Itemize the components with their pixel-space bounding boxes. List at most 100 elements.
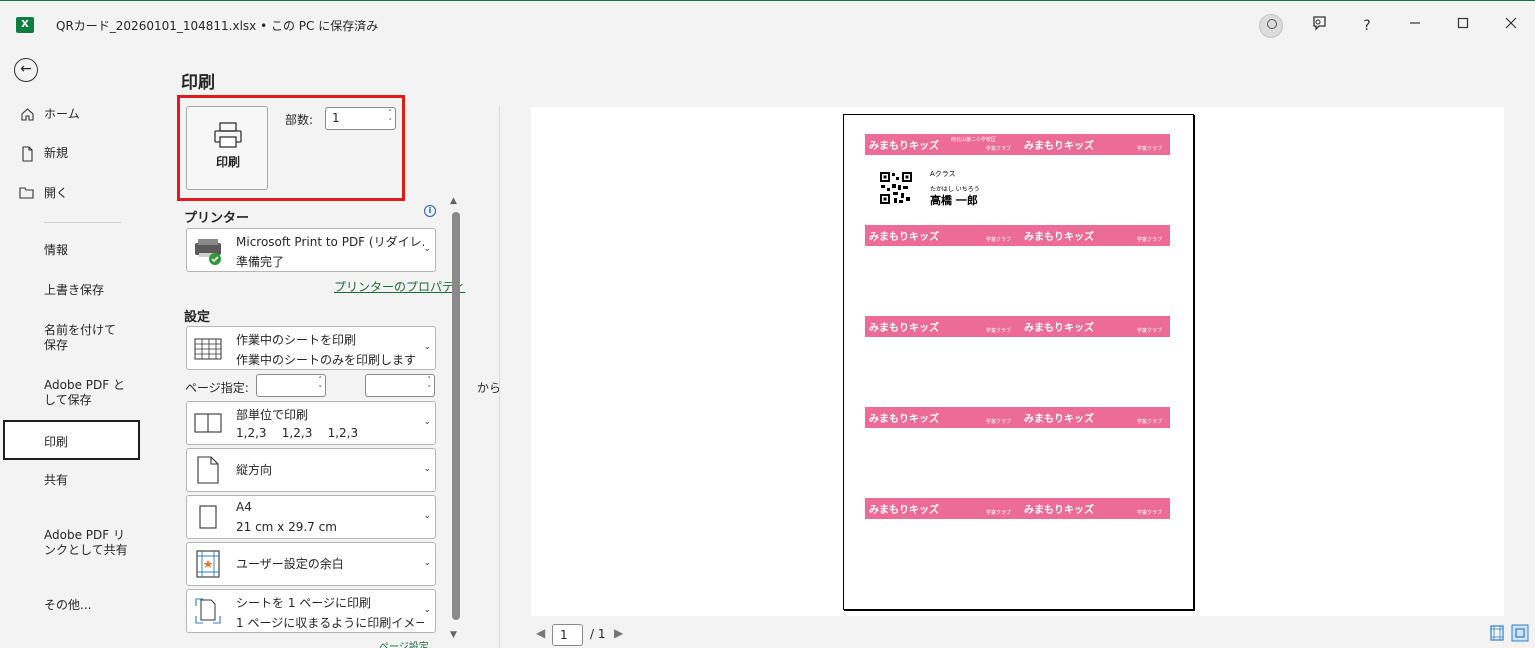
avatar-icon[interactable]: [1259, 14, 1283, 38]
qr-code-image: [879, 171, 913, 205]
setting-line1: 作業中のシートを印刷: [236, 333, 357, 347]
setting-line2: 1 ページに収まるように印刷イメージ…: [236, 616, 424, 630]
page-from-input[interactable]: ˄ ˅: [256, 374, 326, 397]
nav-print[interactable]: 印刷: [3, 420, 140, 460]
title-bar: X QRカード_20260101_104811.xlsx • この PC に保存…: [0, 0, 1535, 50]
card-band: みまもりキッズ 学童クラブ みまもりキッズ 学童クラブ: [865, 498, 1170, 519]
zoom-to-page-icon[interactable]: [1511, 624, 1529, 642]
copies-input[interactable]: 1 ˄ ˅: [325, 107, 396, 130]
brand-sub: 学童クラブ: [1137, 237, 1163, 243]
fit-to-page-icon: [195, 598, 221, 624]
printer-device-icon: [195, 239, 221, 265]
orientation-select[interactable]: 縦方向 ⌄: [186, 448, 436, 492]
card-band: みまもりキッズ 南北山第二小学校区 学童クラブ みまもりキッズ 学童クラブ: [865, 134, 1170, 155]
nav-save[interactable]: 上書き保存: [0, 283, 141, 303]
nav-label: 情報: [44, 243, 69, 257]
portrait-page-icon: [197, 456, 219, 484]
maximize-icon[interactable]: [1452, 15, 1474, 37]
feedback-icon[interactable]: [1308, 15, 1330, 37]
nav-label: その他...: [44, 598, 92, 612]
nav-label: 開く: [44, 186, 69, 200]
copies-label: 部数:: [285, 113, 314, 127]
paper-icon: [199, 505, 217, 529]
nav-info[interactable]: 情報: [0, 243, 141, 263]
brand-sub: 学童クラブ: [1137, 419, 1163, 425]
card-band: みまもりキッズ 学童クラブ みまもりキッズ 学童クラブ: [865, 225, 1170, 246]
chevron-down-icon: ⌄: [423, 342, 431, 352]
nav-label: 上書き保存: [44, 283, 105, 297]
nav-label: 新規: [44, 146, 69, 160]
printer-heading: プリンター: [184, 211, 250, 226]
excel-logo-icon: X: [16, 17, 34, 33]
chevron-down-icon: ⌄: [423, 511, 431, 521]
pages-to-label: から: [477, 381, 502, 395]
new-file-icon: [19, 146, 35, 166]
nav-divider: [44, 222, 121, 223]
collate-select[interactable]: 部単位で印刷 1,2,3 1,2,3 1,2,3 ⌄: [186, 401, 436, 445]
nav-save-as[interactable]: 名前を付けて保存: [0, 323, 141, 357]
nav-save-as-pdf[interactable]: Adobe PDF として保存: [0, 378, 141, 412]
setting-line2: 1,2,3 1,2,3 1,2,3: [236, 426, 359, 440]
printer-select[interactable]: Microsoft Print to PDF (リダイレ… 準備完了 ⌄: [186, 228, 436, 272]
card-band: みまもりキッズ 学童クラブ みまもりキッズ 学童クラブ: [865, 316, 1170, 337]
show-margins-icon[interactable]: [1488, 624, 1506, 642]
prev-page-icon[interactable]: ◀: [536, 626, 545, 640]
nav-share-pdf-link[interactable]: Adobe PDF リンクとして共有: [0, 528, 141, 562]
paper-size-select[interactable]: A4 21 cm x 29.7 cm ⌄: [186, 495, 436, 539]
nav-home[interactable]: ホーム: [0, 107, 141, 127]
nav-label: 印刷: [44, 435, 69, 449]
nav-label: 共有: [44, 473, 69, 487]
print-what-select[interactable]: 作業中のシートを印刷 作業中のシートのみを印刷します ⌄: [186, 326, 436, 370]
preview-page: みまもりキッズ 南北山第二小学校区 学童クラブ みまもりキッズ 学童クラブ Aク…: [843, 114, 1194, 610]
brand-sub: 学童クラブ: [1137, 510, 1163, 516]
next-page-icon[interactable]: ▶: [614, 626, 623, 640]
nav-open[interactable]: 開く: [0, 186, 141, 206]
school-label: 南北山第二小学校区: [951, 137, 997, 143]
brand-logo: みまもりキッズ: [1024, 323, 1094, 334]
card-name: 高橋 一郎: [930, 194, 978, 207]
home-icon: [19, 107, 35, 126]
brand-sub: 学童クラブ: [986, 419, 1012, 425]
print-pane: 印刷 印刷 部数: 1 ˄ ˅ プリンター i Microsoft Print t…: [141, 50, 1535, 648]
setting-line1: シートを 1 ページに印刷: [236, 596, 372, 610]
help-icon[interactable]: ?: [1356, 15, 1378, 37]
nav-more[interactable]: その他...: [0, 598, 141, 618]
margins-select[interactable]: ユーザー設定の余白 ⌄: [186, 542, 436, 586]
margins-icon: [196, 550, 220, 578]
brand-logo: みまもりキッズ: [1024, 505, 1094, 516]
brand-logo: みまもりキッズ: [1024, 414, 1094, 425]
scaling-select[interactable]: シートを 1 ページに印刷 1 ページに収まるように印刷イメージ… ⌄: [186, 589, 436, 633]
pages-label: ページ指定:: [185, 381, 249, 395]
printer-properties-link[interactable]: プリンターのプロパティ: [334, 278, 465, 295]
page-to-input[interactable]: ˄ ˅: [365, 374, 435, 397]
minimize-icon[interactable]: [1404, 15, 1426, 37]
setting-line2: 21 cm x 29.7 cm: [236, 520, 337, 534]
info-icon[interactable]: i: [424, 205, 436, 217]
brand-sub: 学童クラブ: [986, 328, 1012, 334]
total-pages: / 1: [590, 627, 606, 641]
nav-share[interactable]: 共有: [0, 473, 141, 493]
chevron-down-icon: ⌄: [423, 417, 431, 427]
close-icon[interactable]: [1500, 15, 1522, 37]
page-title: 印刷: [181, 73, 215, 93]
current-page-input[interactable]: 1: [552, 624, 583, 646]
scroll-up-icon[interactable]: ▲: [450, 196, 457, 206]
brand-sub: 学童クラブ: [986, 510, 1012, 516]
brand-logo: みまもりキッズ: [869, 323, 939, 334]
brand-sub: 学童クラブ: [986, 237, 1012, 243]
nav-label: Adobe PDF リンクとして共有: [44, 528, 128, 557]
back-arrow-icon[interactable]: ←: [14, 58, 38, 82]
print-preview: みまもりキッズ 南北山第二小学校区 学童クラブ みまもりキッズ 学童クラブ Aク…: [531, 107, 1504, 616]
scroll-down-icon[interactable]: ▼: [450, 630, 457, 640]
setting-line1: A4: [236, 500, 252, 514]
spinner-icon[interactable]: ˄ ˅: [389, 109, 393, 127]
setting-line2: 作業中のシートのみを印刷します: [236, 353, 417, 367]
sheet-grid-icon: [194, 338, 222, 360]
nav-label: ホーム: [44, 107, 80, 121]
copies-value: 1: [332, 111, 340, 125]
spinner-icon[interactable]: ˄ ˅: [319, 376, 323, 394]
spinner-icon[interactable]: ˄ ˅: [428, 376, 432, 394]
settings-scrollbar[interactable]: [452, 212, 460, 620]
page-setup-link[interactable]: ページ設定: [379, 638, 429, 648]
nav-new[interactable]: 新規: [0, 146, 141, 166]
